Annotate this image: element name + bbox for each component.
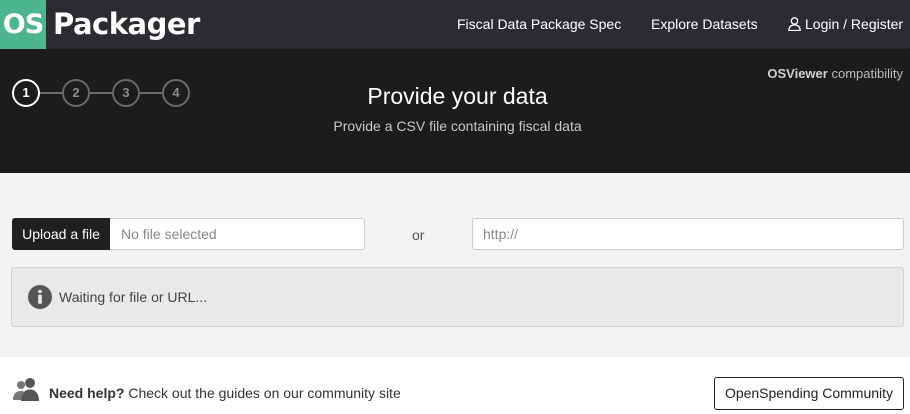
page-subtitle: Provide a CSV file containing fiscal dat… <box>333 118 582 134</box>
step-3[interactable]: 3 <box>112 79 140 107</box>
nav-link-login[interactable]: Login / Register <box>788 0 903 49</box>
step-4[interactable]: 4 <box>162 79 190 107</box>
step-header: 1 2 3 4 Provide your data Provide a CSV … <box>0 49 910 173</box>
user-icon <box>788 17 801 32</box>
nav-link-spec[interactable]: Fiscal Data Package Spec <box>457 0 621 49</box>
nav-link-explore[interactable]: Explore Datasets <box>651 0 758 49</box>
help-bold: Need help? <box>49 385 125 401</box>
url-input[interactable]: http:// <box>472 218 904 250</box>
users-icon <box>13 378 39 401</box>
help-text: Need help? Check out the guides on our c… <box>49 385 401 401</box>
login-label: Login / Register <box>805 16 904 32</box>
step-connector <box>90 92 112 94</box>
step-2[interactable]: 2 <box>62 79 90 107</box>
page-title: Provide your data <box>367 83 548 109</box>
step-connector <box>40 92 62 94</box>
compat-suffix: compatibility <box>831 66 903 81</box>
step-connector <box>140 92 162 94</box>
or-separator: or <box>412 227 425 243</box>
status-panel: Waiting for file or URL... <box>11 267 904 327</box>
selected-file-field[interactable]: No file selected <box>110 218 365 250</box>
compatibility-note: OSViewer compatibility <box>767 66 903 81</box>
logo-mark[interactable]: OS <box>0 0 46 49</box>
status-message: Waiting for file or URL... <box>59 289 208 305</box>
app-name[interactable]: Packager <box>53 0 200 49</box>
step-1[interactable]: 1 <box>12 79 40 107</box>
upload-file-button[interactable]: Upload a file <box>12 218 110 250</box>
community-button[interactable]: OpenSpending Community <box>714 377 904 410</box>
compat-product: OSViewer <box>767 66 828 81</box>
top-navbar: OS Packager Fiscal Data Package Spec Exp… <box>0 0 910 49</box>
info-icon <box>28 285 52 309</box>
help-footer: Need help? Check out the guides on our c… <box>0 357 910 414</box>
help-description: Check out the guides on our community si… <box>128 385 401 401</box>
